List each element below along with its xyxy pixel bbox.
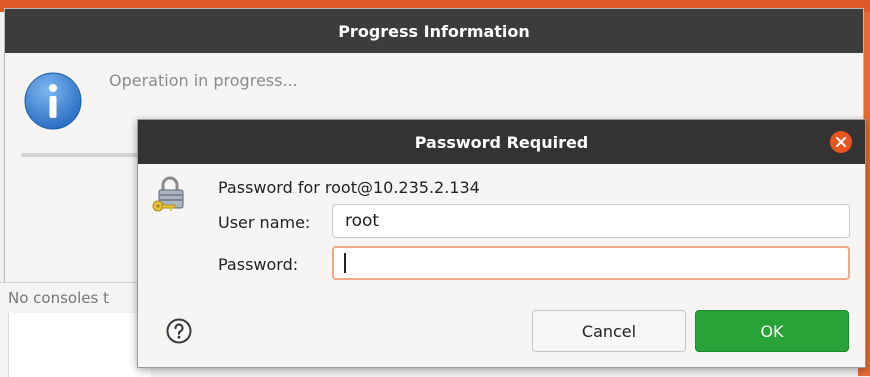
console-view: No consoles t xyxy=(0,282,151,377)
progress-title-bar: Progress Information xyxy=(5,9,863,53)
close-icon xyxy=(836,137,846,147)
text-cursor xyxy=(344,253,346,273)
password-dialog-title: Password Required xyxy=(414,132,589,152)
ok-button[interactable]: OK xyxy=(695,310,849,352)
info-icon xyxy=(24,72,82,130)
password-field[interactable] xyxy=(332,246,850,280)
cancel-button[interactable]: Cancel xyxy=(532,310,686,352)
username-field[interactable] xyxy=(332,204,850,238)
password-dialog: Password Required Password for root@10.2… xyxy=(137,119,866,368)
progress-bar xyxy=(21,153,141,157)
cancel-button-label: Cancel xyxy=(581,321,637,341)
lock-key-icon xyxy=(152,176,184,212)
help-icon[interactable] xyxy=(166,318,192,344)
ok-button-label: OK xyxy=(760,321,784,341)
password-title-bar[interactable]: Password Required xyxy=(138,120,865,164)
close-button[interactable] xyxy=(830,131,852,153)
progress-status-text: Operation in progress... xyxy=(109,71,298,90)
progress-dialog-title: Progress Information xyxy=(338,21,530,41)
password-prompt: Password for root@10.235.2.134 xyxy=(218,178,480,197)
console-message: No consoles t xyxy=(8,289,109,307)
password-label: Password: xyxy=(218,255,299,274)
username-label: User name: xyxy=(218,213,311,232)
console-view-body xyxy=(8,313,151,377)
